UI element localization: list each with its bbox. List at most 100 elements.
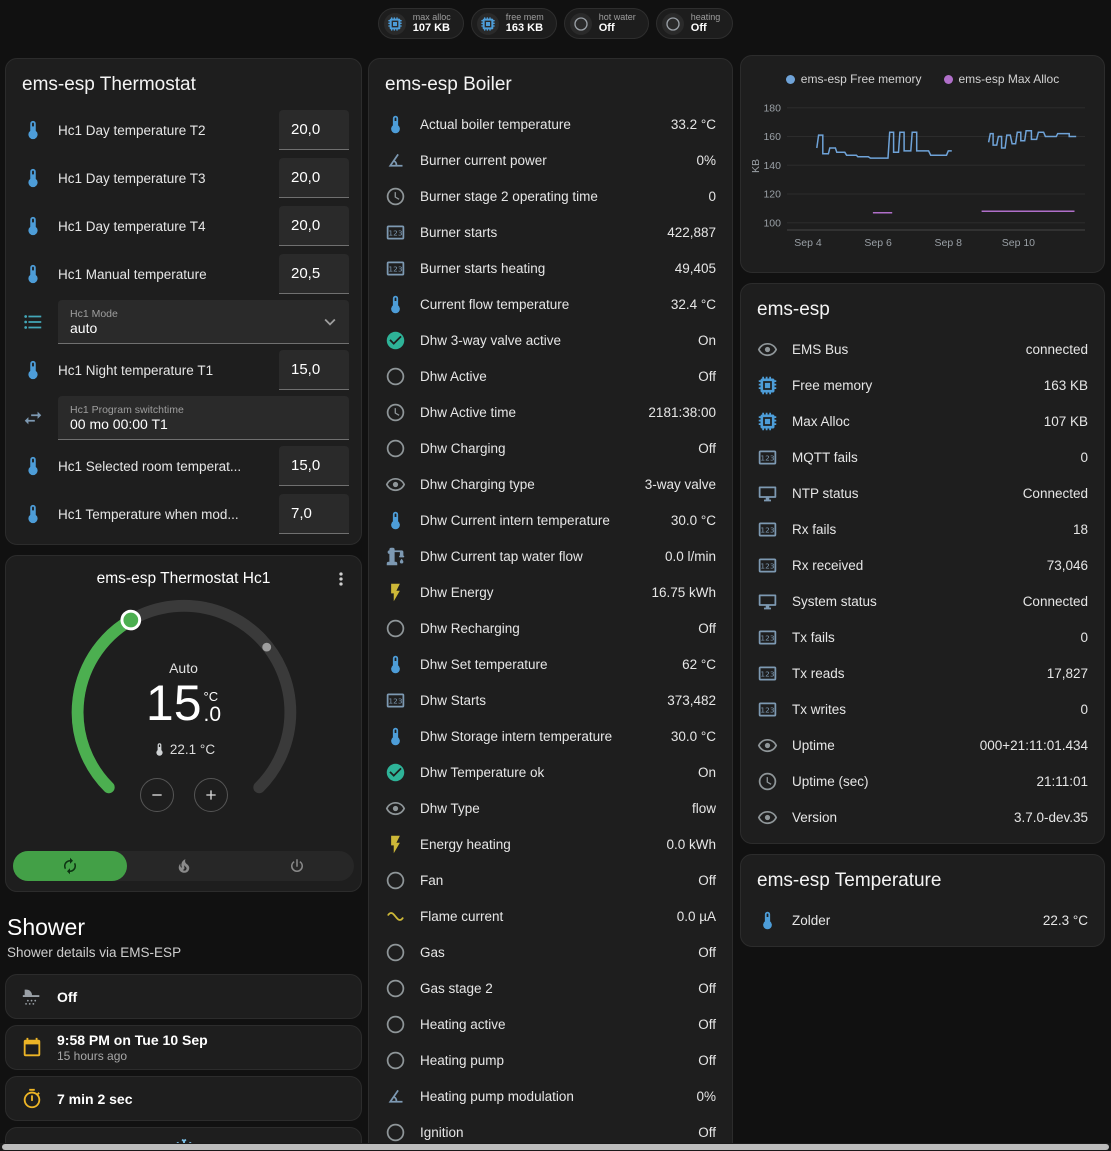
number-input[interactable]: 20,5 bbox=[279, 254, 349, 294]
entity-row[interactable]: 123 Tx fails 0 bbox=[741, 619, 1104, 655]
number-input[interactable]: 20,0 bbox=[279, 158, 349, 198]
chip-icon bbox=[384, 13, 406, 35]
entity-row[interactable]: Burner current power 0% bbox=[369, 142, 732, 178]
check-circle-icon bbox=[385, 330, 406, 351]
circle-icon bbox=[385, 438, 406, 459]
entity-name: Dhw Current intern temperature bbox=[420, 513, 657, 528]
entity-row[interactable]: 123 MQTT fails 0 bbox=[741, 439, 1104, 475]
thermostat-dial[interactable]: Auto 15 °C .0 22.1 °C bbox=[54, 590, 314, 822]
entity-row[interactable]: Actual boiler temperature 33.2 °C bbox=[369, 106, 732, 142]
number-input[interactable]: 15,0 bbox=[279, 446, 349, 486]
entity-name: Rx fails bbox=[792, 522, 1059, 537]
entity-row[interactable]: Dhw Storage intern temperature 30.0 °C bbox=[369, 718, 732, 754]
entity-row[interactable]: Dhw Energy 16.75 kWh bbox=[369, 574, 732, 610]
entity-row[interactable]: Dhw Recharging Off bbox=[369, 610, 732, 646]
angle-icon bbox=[385, 150, 406, 171]
legend-item[interactable]: ems-esp Max Alloc bbox=[944, 72, 1060, 86]
entity-row[interactable]: Dhw 3-way valve active On bbox=[369, 322, 732, 358]
entity-row[interactable]: Fan Off bbox=[369, 862, 732, 898]
entity-row[interactable]: Energy heating 0.0 kWh bbox=[369, 826, 732, 862]
entity-row[interactable]: Zolder 22.3 °C bbox=[741, 902, 1104, 938]
entity-name: Dhw Storage intern temperature bbox=[420, 729, 657, 744]
entity-row[interactable]: Heating pump modulation 0% bbox=[369, 1078, 732, 1114]
number-input[interactable]: 20,0 bbox=[279, 110, 349, 150]
entity-row[interactable]: System status Connected bbox=[741, 583, 1104, 619]
entity-row[interactable]: 123 Burner starts heating 49,405 bbox=[369, 250, 732, 286]
badge-value: Off bbox=[691, 22, 721, 35]
hvac-mode-button[interactable] bbox=[13, 851, 127, 881]
horizontal-scrollbar[interactable] bbox=[0, 1143, 1111, 1151]
more-options-button[interactable] bbox=[331, 569, 351, 589]
entity-row[interactable]: Uptime (sec) 21:11:01 bbox=[741, 763, 1104, 799]
entity-row[interactable]: Flame current 0.0 µA bbox=[369, 898, 732, 934]
entity-name: Ignition bbox=[420, 1125, 684, 1140]
thermostat-setting-row: Hc1 Manual temperature 20,5 bbox=[6, 250, 361, 298]
entity-row[interactable]: 123 Burner starts 422,887 bbox=[369, 214, 732, 250]
increase-temperature-button[interactable] bbox=[194, 778, 228, 812]
hvac-mode-button[interactable] bbox=[240, 851, 354, 881]
entity-name: Rx received bbox=[792, 558, 1033, 573]
entity-row[interactable]: Heating active Off bbox=[369, 1006, 732, 1042]
select-field[interactable]: Hc1 Program switchtime 00 mo 00:00 T1 bbox=[58, 396, 349, 440]
badge-value: 163 KB bbox=[506, 22, 544, 35]
shower-entity-card[interactable]: 9:58 PM on Tue 10 Sep 15 hours ago bbox=[5, 1025, 362, 1070]
entity-row[interactable]: Dhw Set temperature 62 °C bbox=[369, 646, 732, 682]
minus-icon bbox=[149, 787, 165, 803]
entity-value: 3.7.0-dev.35 bbox=[1014, 810, 1088, 825]
thermometer-icon bbox=[22, 215, 44, 237]
entity-name: Gas bbox=[420, 945, 684, 960]
entity-row[interactable]: Burner stage 2 operating time 0 bbox=[369, 178, 732, 214]
entity-row[interactable]: Dhw Active time 2181:38:00 bbox=[369, 394, 732, 430]
entity-row[interactable]: Gas stage 2 Off bbox=[369, 970, 732, 1006]
entity-row[interactable]: Dhw Charging Off bbox=[369, 430, 732, 466]
entity-name: Dhw Temperature ok bbox=[420, 765, 684, 780]
entity-row[interactable]: NTP status Connected bbox=[741, 475, 1104, 511]
shower-entity-card[interactable]: 7 min 2 sec bbox=[5, 1076, 362, 1121]
status-badge[interactable]: hot water Off bbox=[564, 8, 649, 39]
entity-row[interactable]: Current flow temperature 32.4 °C bbox=[369, 286, 732, 322]
entity-row[interactable]: 123 Tx writes 0 bbox=[741, 691, 1104, 727]
hvac-mode-button[interactable] bbox=[127, 851, 241, 881]
entity-row[interactable]: Dhw Type flow bbox=[369, 790, 732, 826]
thermometer-icon bbox=[22, 167, 44, 189]
status-badge[interactable]: max alloc 107 KB bbox=[378, 8, 464, 39]
entity-row[interactable]: 123 Rx fails 18 bbox=[741, 511, 1104, 547]
number-input[interactable]: 15,0 bbox=[279, 350, 349, 390]
scrollbar-thumb[interactable] bbox=[2, 1144, 1109, 1150]
entity-row[interactable]: Dhw Current tap water flow 0.0 l/min bbox=[369, 538, 732, 574]
entity-row[interactable]: Gas Off bbox=[369, 934, 732, 970]
entity-row[interactable]: 123 Rx received 73,046 bbox=[741, 547, 1104, 583]
status-badge[interactable]: heating Off bbox=[656, 8, 734, 39]
status-badge[interactable]: free mem 163 KB bbox=[471, 8, 557, 39]
entity-value: 0 bbox=[1080, 630, 1088, 645]
entity-row[interactable]: EMS Bus connected bbox=[741, 331, 1104, 367]
entity-value: 16.75 kWh bbox=[651, 585, 716, 600]
entity-row[interactable]: Free memory 163 KB bbox=[741, 367, 1104, 403]
pump-icon bbox=[385, 546, 406, 567]
entity-value: 0.0 kWh bbox=[666, 837, 716, 852]
legend-item[interactable]: ems-esp Free memory bbox=[786, 72, 922, 86]
thermometer-icon bbox=[385, 510, 406, 531]
entity-row[interactable]: Dhw Current intern temperature 30.0 °C bbox=[369, 502, 732, 538]
entity-value: 30.0 °C bbox=[671, 729, 716, 744]
number-input[interactable]: 20,0 bbox=[279, 206, 349, 246]
entity-row[interactable]: 123 Tx reads 17,827 bbox=[741, 655, 1104, 691]
decrease-temperature-button[interactable] bbox=[140, 778, 174, 812]
number-input[interactable]: 7,0 bbox=[279, 494, 349, 534]
entity-row[interactable]: 123 Dhw Starts 373,482 bbox=[369, 682, 732, 718]
entity-row[interactable]: Dhw Temperature ok On bbox=[369, 754, 732, 790]
entity-row[interactable]: Dhw Charging type 3-way valve bbox=[369, 466, 732, 502]
circle-icon bbox=[385, 1122, 406, 1143]
entity-row[interactable]: Dhw Active Off bbox=[369, 358, 732, 394]
svg-text:Sep 6: Sep 6 bbox=[864, 237, 892, 249]
flash-icon bbox=[385, 834, 406, 855]
circle-icon bbox=[385, 978, 406, 999]
entity-row[interactable]: Uptime 000+21:11:01.434 bbox=[741, 727, 1104, 763]
entity-row[interactable]: Max Alloc 107 KB bbox=[741, 403, 1104, 439]
entity-row[interactable]: Heating pump Off bbox=[369, 1042, 732, 1078]
thermostat-setting-row: Hc1 Selected room temperat... 15,0 bbox=[6, 442, 361, 490]
setting-label: Hc1 Day temperature T2 bbox=[58, 123, 265, 138]
shower-entity-card[interactable]: Off bbox=[5, 974, 362, 1019]
select-field[interactable]: Hc1 Mode auto bbox=[58, 300, 349, 344]
entity-row[interactable]: Version 3.7.0-dev.35 bbox=[741, 799, 1104, 835]
